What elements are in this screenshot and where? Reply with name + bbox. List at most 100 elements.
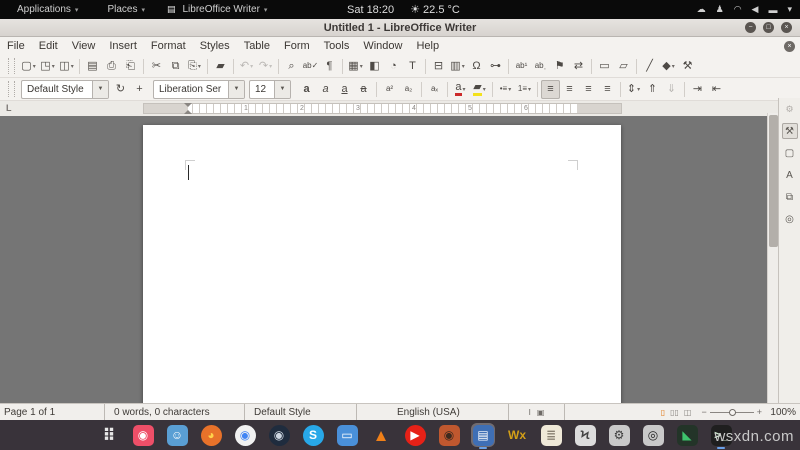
libreoffice-writer[interactable]: ▤LibreOffice Writer▾ (167, 4, 267, 15)
page-deck[interactable]: ▢ (782, 145, 798, 161)
navigator-deck[interactable]: ◎ (782, 211, 798, 227)
line-spacing[interactable]: ⇕▾ (624, 80, 643, 99)
single-page-view[interactable]: ▯ (661, 408, 665, 417)
weather-cloud-icon[interactable]: ☁ (697, 4, 706, 15)
highlighting-color[interactable]: ▰▾ (470, 80, 489, 99)
user-icon[interactable]: ♟ (716, 4, 724, 15)
increase-paragraph-spacing[interactable]: ⇑▾ (643, 80, 662, 99)
underline[interactable]: a▾ (335, 80, 354, 99)
show-draw-functions[interactable]: ⚒▾ (678, 57, 697, 76)
insert-special-character[interactable]: Ω▾ (467, 57, 486, 76)
system-monitor[interactable]: ◣ (675, 423, 699, 447)
insert-line[interactable]: ╱▾ (640, 57, 659, 76)
skype[interactable]: S (301, 423, 325, 447)
document-page[interactable] (143, 125, 621, 403)
clone-formatting[interactable]: ▰▾ (211, 57, 230, 76)
paragraph-style-combo[interactable]: Default Style▼ (21, 80, 109, 99)
zoom-level[interactable]: 100% (766, 407, 800, 418)
insert[interactable]: Insert (102, 37, 144, 55)
multi-page-view[interactable]: ▯▯ (670, 408, 679, 417)
decrease-indent[interactable]: ⇤▾ (707, 80, 726, 99)
font-name-combo[interactable]: Liberation Ser▼ (153, 80, 245, 99)
file-manager[interactable]: ☺ (165, 423, 189, 447)
file[interactable]: File (0, 37, 32, 55)
wx-app[interactable]: Wx (505, 423, 529, 447)
gimp[interactable]: ◉ (437, 423, 461, 447)
page-count[interactable]: Page 1 of 1 (0, 404, 105, 420)
maximize-button[interactable]: □ (763, 22, 774, 33)
selection-mode-icon[interactable]: I (529, 408, 531, 417)
close-document-button[interactable]: × (784, 41, 795, 52)
table[interactable]: Table (237, 37, 277, 55)
copy[interactable]: ⧉▾ (166, 57, 185, 76)
strikethrough[interactable]: a▾ (354, 80, 373, 99)
toolbar-grip[interactable] (8, 81, 15, 97)
find-and-replace[interactable]: ⌕▾ (282, 57, 301, 76)
notes-app[interactable]: ≣ (539, 423, 563, 447)
gallery-deck[interactable]: ⧉ (782, 189, 798, 205)
chevron-down-icon[interactable]: ▼ (228, 81, 244, 98)
lizard-app[interactable]: Ϟ (573, 423, 597, 447)
email-stamp-app[interactable]: ▭ (335, 423, 359, 447)
insert-page-break[interactable]: ⊟▾ (429, 57, 448, 76)
applications[interactable]: Applications▾ (10, 4, 78, 15)
view[interactable]: View (65, 37, 103, 55)
insert-cross-reference[interactable]: ⇄▾ (569, 57, 588, 76)
justified[interactable]: ≡▾ (598, 80, 617, 99)
unordered-list[interactable]: •≡▾ (496, 80, 515, 99)
minimize-button[interactable]: − (745, 22, 756, 33)
new-document[interactable]: ▢▾ (19, 57, 38, 76)
ordered-list[interactable]: 1≡▾ (515, 80, 534, 99)
control-center[interactable]: ◎ (641, 423, 665, 447)
insert-hyperlink[interactable]: ⊶▾ (486, 57, 505, 76)
book-view[interactable]: ◫ (684, 408, 692, 417)
insert-field[interactable]: ▥▾ (448, 57, 467, 76)
styles[interactable]: Styles (193, 37, 237, 55)
camera-app[interactable]: ◉ (131, 423, 155, 447)
redo[interactable]: ↷▾ (256, 57, 275, 76)
increase-indent[interactable]: ⇥▾ (688, 80, 707, 99)
insert-table[interactable]: ▦▾ (346, 57, 365, 76)
basic-shapes[interactable]: ◆▾ (659, 57, 678, 76)
format[interactable]: Format (144, 37, 193, 55)
formatting-marks[interactable]: ¶▾ (320, 57, 339, 76)
title-bar[interactable]: Untitled 1 - LibreOffice Writer − □ × (0, 19, 800, 37)
chevron-down-icon[interactable]: ▼ (274, 81, 290, 98)
tab-stop-selector[interactable]: L (6, 103, 12, 113)
zoom-out-button[interactable]: − (701, 407, 706, 417)
superscript[interactable]: a²▾ (380, 80, 399, 99)
update-paragraph-style[interactable]: ↻ (111, 80, 130, 99)
chevron-down-icon[interactable]: ▼ (92, 81, 108, 98)
clock[interactable]: Sat 18:20 (347, 4, 394, 16)
close-button[interactable]: × (781, 22, 792, 33)
clear-formatting[interactable]: aₓ▾ (425, 80, 444, 99)
properties-deck[interactable]: ⚒ (782, 123, 798, 139)
align-left[interactable]: ≡▾ (541, 80, 560, 99)
spelling-check[interactable]: ab✓▾ (301, 57, 320, 76)
insert-text-box[interactable]: T▾ (403, 57, 422, 76)
form[interactable]: Form (277, 37, 317, 55)
undo[interactable]: ↶▾ (237, 57, 256, 76)
zoom-knob[interactable] (729, 409, 736, 416)
export-pdf[interactable]: ▤▾ (83, 57, 102, 76)
insert-comment[interactable]: ▭▾ (595, 57, 614, 76)
zoom-track[interactable] (710, 412, 754, 413)
toolbar-grip[interactable] (8, 58, 15, 74)
indent-marker[interactable] (184, 103, 192, 114)
page-style[interactable]: Default Style (245, 404, 357, 420)
insert-bookmark[interactable]: ⚑▾ (550, 57, 569, 76)
app-grid[interactable]: ⠿ (97, 423, 121, 447)
paste[interactable]: ⎘▾ (185, 57, 204, 76)
wifi-icon[interactable]: ◠ (734, 4, 742, 15)
insert-endnote[interactable]: abˌ▾ (531, 57, 550, 76)
panel-caret-icon[interactable]: ▾ (787, 4, 792, 15)
save[interactable]: ◫▾ (57, 57, 76, 76)
chrome[interactable]: ◉ (233, 423, 257, 447)
libreoffice-writer[interactable]: ▤ (471, 423, 495, 447)
text-language[interactable]: English (USA) (357, 404, 509, 420)
insert-footnote[interactable]: ab¹▾ (512, 57, 531, 76)
bold[interactable]: a▾ (297, 80, 316, 99)
track-changes[interactable]: ▱▾ (614, 57, 633, 76)
youtube[interactable]: ▶ (403, 423, 427, 447)
steam[interactable]: ◉ (267, 423, 291, 447)
